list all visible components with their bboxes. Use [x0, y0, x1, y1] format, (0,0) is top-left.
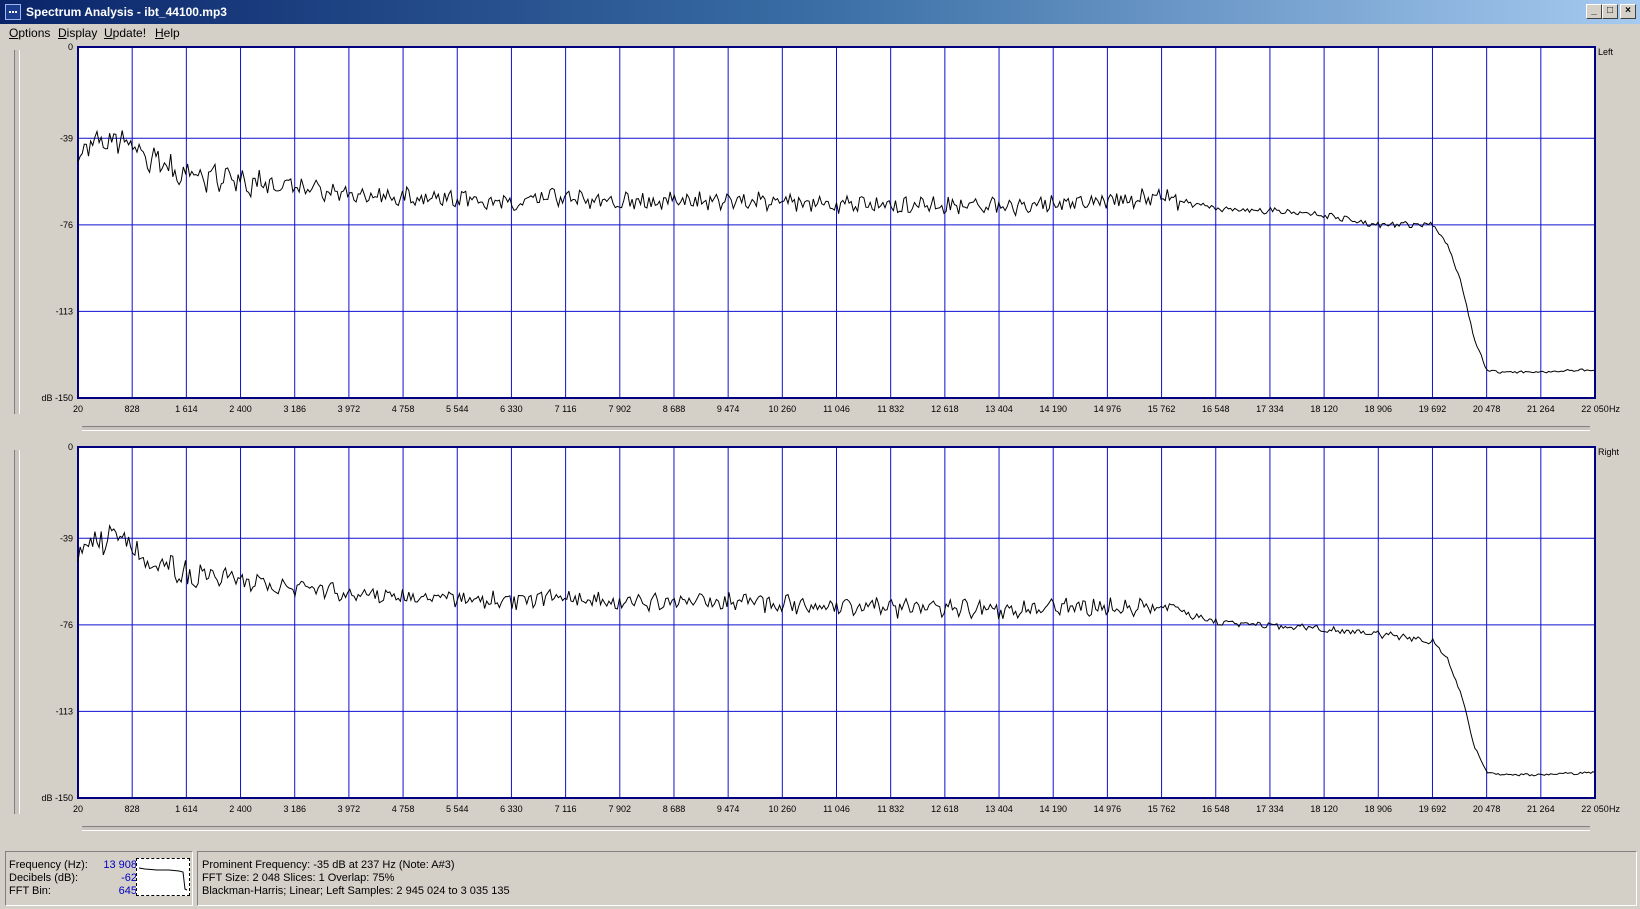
x-tick-label: 8 688 — [663, 804, 686, 814]
x-tick-label: 3 186 — [283, 804, 306, 814]
spectrum-thumbnail[interactable] — [136, 858, 190, 896]
x-tick-label: 9 474 — [717, 404, 740, 414]
x-tick-label: 22 050 — [1581, 804, 1609, 814]
channel-label: Right — [1598, 447, 1620, 457]
x-tick-label: 18 120 — [1310, 404, 1338, 414]
spectrum-plots[interactable]: 0-39-76-113dB -15020 828 1 614 2 400 3 186 3 … — [0, 0, 1640, 848]
x-tick-label: 12 618 — [931, 404, 959, 414]
y-tick-label: 0 — [68, 442, 73, 452]
x-tick-label: 1 614 — [175, 404, 198, 414]
y-tick-label: 0 — [68, 42, 73, 52]
fft-settings-text: FFT Size: 2 048 Slices: 1 Overlap: 75% — [202, 872, 395, 884]
x-tick-label: 1 614 — [175, 804, 198, 814]
x-tick-label: 18 906 — [1365, 804, 1393, 814]
channel-label: Left — [1598, 47, 1614, 57]
x-tick-label: 21 264 — [1527, 804, 1555, 814]
x-tick-label: 11 832 — [877, 804, 904, 814]
x-tick-label: 828 — [125, 404, 140, 414]
fft-bin-value: 645 — [118, 885, 137, 897]
y-tick-label: -39 — [60, 133, 73, 143]
spectrum-thumbnail-trace — [138, 867, 188, 891]
analysis-info-panel: Prominent Frequency: -35 dB at 237 Hz (N… — [197, 851, 1637, 906]
x-tick-label: 19 692 — [1419, 804, 1447, 814]
x-tick-label: 11 046 — [823, 404, 850, 414]
x-tick-label: 15 762 — [1148, 804, 1176, 814]
x-tick-label: 4 758 — [392, 404, 415, 414]
x-tick-label: 10 260 — [769, 804, 797, 814]
x-tick-label: 2 400 — [229, 804, 252, 814]
window-samples-text: Blackman-Harris; Linear; Left Samples: 2… — [202, 885, 510, 897]
x-tick-label: 11 832 — [877, 404, 904, 414]
y-tick-label: dB -150 — [41, 393, 73, 403]
y-tick-label: dB -150 — [41, 793, 73, 803]
fft-bin-label: FFT Bin: — [9, 885, 51, 897]
x-tick-label: 9 474 — [717, 804, 740, 814]
decibels-value: -62 — [121, 872, 137, 884]
x-tick-label: 20 — [73, 404, 83, 414]
x-tick-label: 20 478 — [1473, 804, 1501, 814]
x-tick-label: 21 264 — [1527, 404, 1555, 414]
panel-left: 0 -39 -76 -113 dB -15020 828 1 614 2 400 3 186 3 … — [41, 42, 1620, 414]
x-tick-label: 3 972 — [338, 404, 361, 414]
cursor-readout-panel: Frequency (Hz): 13 908 Decibels (dB): -6… — [5, 851, 193, 906]
x-tick-label: 18 906 — [1365, 404, 1393, 414]
x-tick-label: 17 334 — [1256, 404, 1284, 414]
x-tick-label: 10 260 — [769, 404, 797, 414]
x-tick-label: 13 404 — [985, 404, 1013, 414]
x-tick-label: 14 190 — [1039, 804, 1067, 814]
x-tick-label: 14 190 — [1039, 404, 1067, 414]
x-tick-label: 828 — [125, 804, 140, 814]
x-tick-label: 7 902 — [609, 804, 632, 814]
frequency-value: 13 908 — [103, 859, 137, 871]
x-tick-label: 12 618 — [931, 804, 959, 814]
x-tick-label: 3 186 — [283, 404, 306, 414]
y-tick-label: -76 — [60, 620, 73, 630]
x-tick-label: 8 688 — [663, 404, 686, 414]
panel-right: 0 -39 -76 -113 dB -15020 828 1 614 2 400 3 186 3 … — [41, 442, 1620, 814]
x-tick-label: 14 976 — [1094, 404, 1122, 414]
x-tick-label: 13 404 — [985, 804, 1013, 814]
x-unit-label: Hz — [1609, 804, 1620, 814]
x-tick-label: 17 334 — [1256, 804, 1284, 814]
x-tick-label: 6 330 — [500, 804, 523, 814]
x-tick-label: 20 — [73, 804, 83, 814]
x-tick-label: 20 478 — [1473, 404, 1501, 414]
x-tick-label: 4 758 — [392, 804, 415, 814]
y-tick-label: -76 — [60, 220, 73, 230]
y-tick-label: -39 — [60, 533, 73, 543]
x-tick-label: 11 046 — [823, 804, 850, 814]
x-tick-label: 5 544 — [446, 404, 469, 414]
x-tick-label: 3 972 — [338, 804, 361, 814]
x-tick-label: 18 120 — [1310, 804, 1338, 814]
x-tick-label: 15 762 — [1148, 404, 1176, 414]
x-tick-label: 16 548 — [1202, 804, 1230, 814]
decibels-label: Decibels (dB): — [9, 872, 79, 884]
x-tick-label: 16 548 — [1202, 404, 1230, 414]
x-tick-label: 5 544 — [446, 804, 469, 814]
prominent-frequency-text: Prominent Frequency: -35 dB at 237 Hz (N… — [202, 859, 455, 871]
x-tick-label: 7 116 — [555, 404, 577, 414]
y-tick-label: -113 — [56, 306, 73, 316]
status-bar: Frequency (Hz): 13 908 Decibels (dB): -6… — [0, 848, 1640, 909]
y-tick-label: -113 — [56, 706, 73, 716]
x-tick-label: 7 902 — [609, 404, 632, 414]
x-tick-label: 22 050 — [1581, 404, 1609, 414]
x-tick-label: 14 976 — [1094, 804, 1122, 814]
x-tick-label: 19 692 — [1419, 404, 1447, 414]
x-tick-label: 2 400 — [229, 404, 252, 414]
x-unit-label: Hz — [1609, 404, 1620, 414]
x-tick-label: 6 330 — [500, 404, 523, 414]
x-tick-label: 7 116 — [555, 804, 577, 814]
